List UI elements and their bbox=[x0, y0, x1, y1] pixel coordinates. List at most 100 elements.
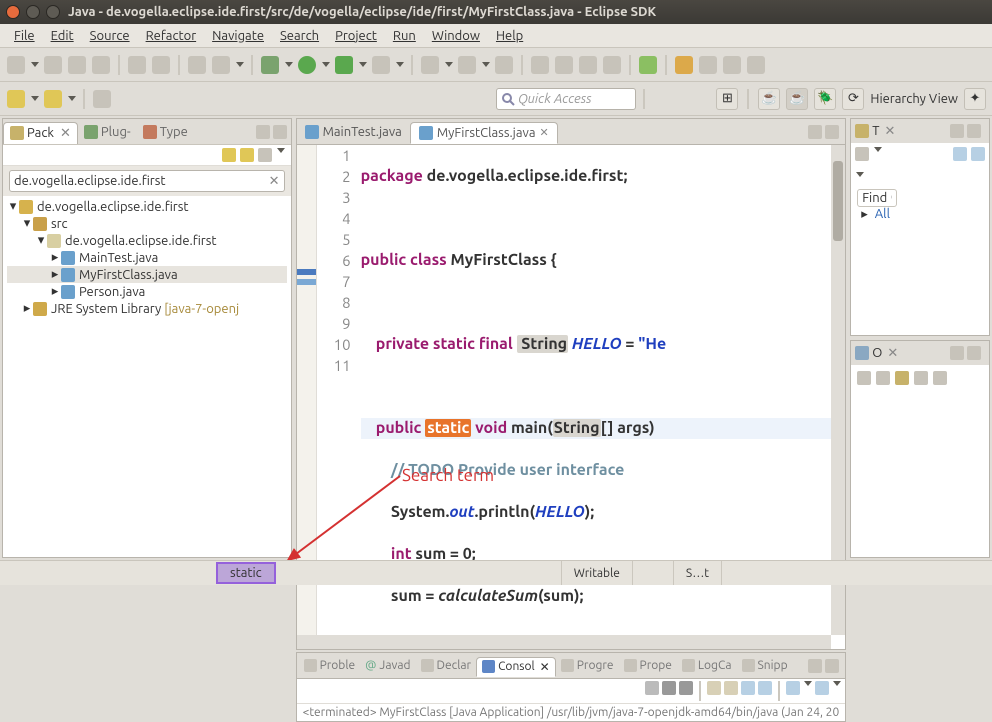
run-icon[interactable] bbox=[298, 56, 316, 74]
mark-occur-icon[interactable] bbox=[555, 56, 573, 74]
collapse-all-icon[interactable] bbox=[222, 148, 236, 162]
whitespace-icon[interactable] bbox=[603, 56, 621, 74]
menu-search[interactable]: Search bbox=[272, 27, 327, 45]
persp-debug-icon[interactable]: 🪲 bbox=[814, 88, 836, 110]
menu-run[interactable]: Run bbox=[385, 27, 424, 45]
pin-editor-icon[interactable] bbox=[675, 56, 693, 74]
hide-fields-icon[interactable] bbox=[876, 371, 890, 385]
camera-icon[interactable] bbox=[152, 56, 170, 74]
new-package-icon[interactable] bbox=[458, 56, 476, 74]
menu-window[interactable]: Window bbox=[424, 27, 488, 45]
persp-more-icon[interactable]: ✦ bbox=[964, 88, 986, 110]
quick-access[interactable]: Quick Access bbox=[496, 88, 636, 110]
print-icon[interactable] bbox=[92, 56, 110, 74]
maximize-bottom-icon[interactable] bbox=[825, 659, 839, 673]
close-tab-icon[interactable]: ✕ bbox=[540, 126, 549, 139]
menu-source[interactable]: Source bbox=[82, 27, 138, 45]
tab-types[interactable]: Type bbox=[137, 122, 194, 142]
filter-input[interactable]: de.vogella.eclipse.ide.first ✕ bbox=[9, 170, 285, 192]
perspective-label[interactable]: Hierarchy View bbox=[870, 92, 958, 106]
tasks-icon[interactable] bbox=[723, 56, 741, 74]
menu-project[interactable]: Project bbox=[327, 27, 385, 45]
horizontal-scrollbar[interactable] bbox=[297, 635, 832, 649]
build-icon[interactable] bbox=[128, 56, 146, 74]
debug-icon[interactable] bbox=[261, 56, 279, 74]
menu-refactor[interactable]: Refactor bbox=[138, 27, 205, 45]
minimize-view-icon[interactable] bbox=[256, 125, 270, 139]
maximize-window-button[interactable] bbox=[46, 5, 60, 19]
open-console-icon[interactable] bbox=[786, 681, 800, 695]
tree-jre-library[interactable]: ▸JRE System Library [java-7-openj bbox=[7, 300, 287, 317]
show-view-icon[interactable] bbox=[747, 56, 765, 74]
open-perspective-button[interactable]: ⊞ bbox=[716, 88, 738, 110]
all-link[interactable]: All bbox=[875, 207, 890, 221]
tab-progress[interactable]: Progre bbox=[556, 657, 619, 674]
android-icon[interactable] bbox=[639, 56, 657, 74]
tab-declaration[interactable]: Declar bbox=[416, 657, 477, 674]
menu-navigate[interactable]: Navigate bbox=[204, 27, 272, 45]
toggle-icon[interactable] bbox=[699, 56, 717, 74]
tab-problems[interactable]: Proble bbox=[299, 657, 361, 674]
run-last-icon[interactable] bbox=[335, 56, 353, 74]
persp-team-icon[interactable]: ⟳ bbox=[842, 88, 864, 110]
remove-all-icon[interactable] bbox=[679, 681, 693, 695]
new-icon[interactable] bbox=[7, 56, 25, 74]
minimize-bottom-icon[interactable] bbox=[808, 659, 822, 673]
minimize-icon[interactable] bbox=[950, 346, 964, 360]
forward-icon[interactable] bbox=[44, 90, 62, 108]
close-icon[interactable]: ✕ bbox=[887, 346, 898, 361]
focus-icon[interactable] bbox=[971, 147, 985, 161]
toggle-breadcrumb-icon[interactable] bbox=[531, 56, 549, 74]
minimize-editor-icon[interactable] bbox=[808, 125, 822, 139]
hide-nonpublic-icon[interactable] bbox=[914, 371, 928, 385]
tree-file-person[interactable]: ▸Person.java bbox=[7, 283, 287, 300]
terminate-icon[interactable] bbox=[645, 681, 659, 695]
new-task-icon[interactable] bbox=[855, 147, 869, 161]
tree-package[interactable]: ▾de.vogella.eclipse.ide.first bbox=[7, 232, 287, 249]
tree-project[interactable]: ▾de.vogella.eclipse.ide.first bbox=[7, 198, 287, 215]
scroll-lock-icon[interactable] bbox=[724, 681, 738, 695]
task-find-input[interactable]: Find bbox=[857, 189, 897, 207]
maximize-editor-icon[interactable] bbox=[825, 125, 839, 139]
persp-javabrowse-icon[interactable]: ☕ bbox=[786, 88, 808, 110]
new-project-icon[interactable] bbox=[421, 56, 439, 74]
menu-file[interactable]: File bbox=[6, 27, 43, 45]
close-icon[interactable]: ✕ bbox=[60, 126, 71, 141]
tab-plugins[interactable]: Plug- bbox=[78, 122, 137, 142]
open-task-icon[interactable] bbox=[212, 56, 230, 74]
maximize-view-icon[interactable] bbox=[273, 125, 287, 139]
maximize-icon[interactable] bbox=[967, 124, 981, 138]
console-output[interactable]: <terminated> MyFirstClass [Java Applicat… bbox=[297, 704, 846, 721]
minimize-window-button[interactable] bbox=[26, 5, 40, 19]
tab-logcat[interactable]: LogCa bbox=[677, 657, 737, 674]
clear-filter-icon[interactable]: ✕ bbox=[269, 174, 280, 189]
hide-static-icon[interactable] bbox=[895, 371, 909, 385]
hide-local-icon[interactable] bbox=[933, 371, 947, 385]
tab-package-explorer[interactable]: Pack✕ bbox=[3, 122, 78, 144]
maximize-icon[interactable] bbox=[967, 346, 981, 360]
package-tree[interactable]: ▾de.vogella.eclipse.ide.first ▾src ▾de.v… bbox=[3, 196, 291, 557]
menu-help[interactable]: Help bbox=[488, 27, 531, 45]
tab-snippets[interactable]: Snipp bbox=[737, 657, 793, 674]
close-window-button[interactable] bbox=[6, 5, 20, 19]
tree-src[interactable]: ▾src bbox=[7, 215, 287, 232]
tree-file-maintest[interactable]: ▸MainTest.java bbox=[7, 249, 287, 266]
capture-icon[interactable] bbox=[93, 90, 111, 108]
close-icon[interactable]: ✕ bbox=[884, 124, 895, 139]
save-icon[interactable] bbox=[44, 56, 62, 74]
new-console-icon[interactable] bbox=[815, 681, 829, 695]
tree-file-myfirstclass[interactable]: ▸MyFirstClass.java bbox=[7, 266, 287, 283]
focus-task-icon[interactable] bbox=[258, 148, 272, 162]
display-console-icon[interactable] bbox=[758, 681, 772, 695]
refresh-icon[interactable] bbox=[495, 56, 513, 74]
tab-console[interactable]: Consol✕ bbox=[476, 657, 556, 677]
sort-icon[interactable] bbox=[857, 371, 871, 385]
close-icon[interactable]: ✕ bbox=[540, 660, 550, 674]
clear-console-icon[interactable] bbox=[707, 681, 721, 695]
editor-tab-maintest[interactable]: MainTest.java bbox=[297, 122, 410, 142]
remove-launch-icon[interactable] bbox=[662, 681, 676, 695]
tab-javadoc[interactable]: @Javad bbox=[360, 657, 415, 674]
editor-tab-myfirstclass[interactable]: MyFirstClass.java✕ bbox=[410, 122, 558, 144]
link-editor-icon[interactable] bbox=[240, 148, 254, 162]
view-menu-icon[interactable] bbox=[277, 148, 285, 153]
